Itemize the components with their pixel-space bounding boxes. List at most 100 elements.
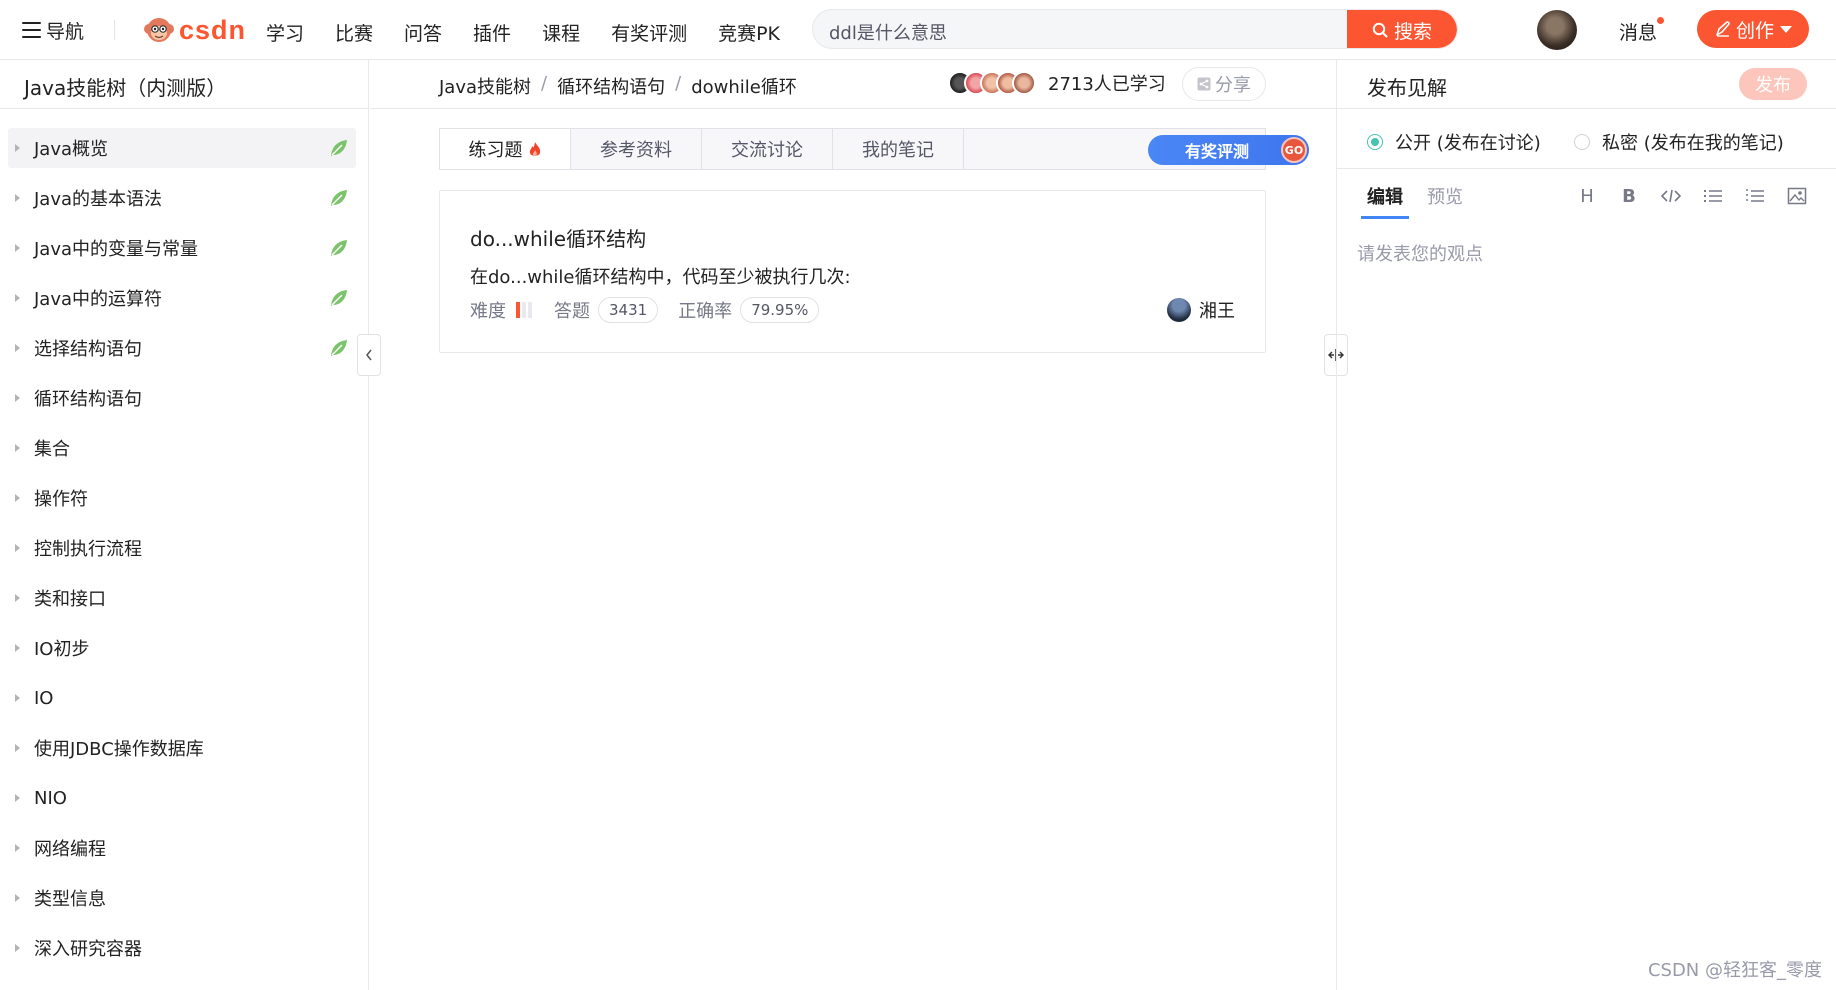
hamburger-icon [22,22,41,38]
difficulty-segment [522,302,526,318]
caret-right-icon[interactable] [15,544,20,552]
nav-link-qa[interactable]: 问答 [404,19,442,46]
sidebar-tree-item[interactable]: Java概览 [8,128,356,168]
watermark: CSDN @轻狂客_零度 [1647,960,1822,981]
messages-link[interactable]: 消息 [1619,17,1665,45]
nav-menu-button[interactable]: 导航 [22,18,84,43]
nav-link-competition[interactable]: 比赛 [335,19,373,46]
caret-right-icon[interactable] [15,144,20,152]
caret-right-icon[interactable] [15,694,20,702]
create-button[interactable]: 创作 [1697,10,1809,48]
sidebar-tree-item[interactable]: 选择结构语句 [8,328,356,368]
sidebar-tree-item[interactable]: 类和接口 [8,578,356,618]
nav-link-reward-review[interactable]: 有奖评测 [611,19,687,46]
comment-input[interactable]: 请发表您的观点 [1357,240,1483,266]
sidebar-tree-item[interactable]: 类型信息 [8,878,356,918]
sidebar-tree-item[interactable]: 深入研究容器 [8,928,356,968]
exercise-meta: 难度 答题 3431 正确率 79.95% [470,297,839,323]
skill-tree-list: Java概览 Java的基本语法 Java中的变量与常量 Java中的运算符选择结构语… [0,109,368,968]
breadcrumb-item[interactable]: 循环结构语句 [557,73,665,99]
accuracy-label: 正确率 [678,301,733,322]
caret-right-icon[interactable] [15,494,20,502]
caret-right-icon[interactable] [15,944,20,952]
search-button[interactable]: 搜索 [1347,10,1457,48]
caret-right-icon[interactable] [15,294,20,302]
editor-tabs: 编辑 预览 H B [1337,169,1836,223]
caret-right-icon[interactable] [15,744,20,752]
share-button[interactable]: 分享 [1182,67,1266,101]
exercise-card[interactable]: do...while循环结构 在do...while循环结构中，代码至少被执行几… [439,190,1266,353]
caret-right-icon[interactable] [15,194,20,202]
sidebar-tree-item-label: IO初步 [34,639,90,660]
heading-icon[interactable]: H [1575,185,1599,207]
sidebar-tree-item[interactable]: 控制执行流程 [8,528,356,568]
sidebar-tree-item-label: 操作符 [34,489,88,510]
sidebar-tree-item[interactable]: 操作符 [8,478,356,518]
ordered-list-icon[interactable] [1743,185,1767,207]
tab-label: 练习题 [468,140,523,161]
reward-review-button[interactable]: 有奖评测 GO [1148,135,1309,165]
image-icon[interactable] [1785,185,1809,207]
main-content: Java技能树 / 循环结构语句 / dowhile循环 2713人已学习 分享… [370,60,1336,990]
content-tabs: 练习题 参考资料 交流讨论 我的笔记 有奖评测 GO [439,128,1309,170]
sidebar-tree-item-label: Java中的运算符 [34,289,163,310]
publish-button[interactable]: 发布 [1739,68,1807,100]
bold-icon[interactable]: B [1617,185,1641,207]
caret-right-icon[interactable] [15,644,20,652]
nav-link-plugins[interactable]: 插件 [473,19,511,46]
tab-exercises[interactable]: 练习题 [440,129,571,169]
sidebar-tree-item[interactable]: NIO [8,778,356,818]
caret-right-icon[interactable] [15,594,20,602]
caret-right-icon[interactable] [15,444,20,452]
exercise-author[interactable]: 湘王 [1167,297,1235,323]
caret-right-icon[interactable] [15,344,20,352]
learner-avatar [1012,71,1036,95]
top-nav-links: 学习 比赛 问答 插件 课程 有奖评测 竞赛PK [266,19,780,46]
caret-right-icon[interactable] [15,894,20,902]
csdn-logo[interactable]: CSDN [143,13,246,47]
search-input[interactable]: ddl是什么意思 [829,19,947,45]
top-navbar: 导航 CSDN 学习 比赛 问答 插件 课程 有奖评测 竞赛PK ddl是什么意… [0,0,1836,60]
sidebar-tree-item-label: 集合 [34,439,70,460]
nav-link-courses[interactable]: 课程 [542,19,580,46]
tab-edit[interactable]: 编辑 [1361,183,1409,219]
difficulty-label: 难度 [470,301,506,322]
accuracy-value: 79.95% [740,297,820,323]
sidebar-tree-item-label: 控制执行流程 [34,539,142,560]
sidebar-tree-item[interactable]: 循环结构语句 [8,378,356,418]
exercise-title[interactable]: do...while循环结构 [470,223,646,252]
tab-preview[interactable]: 预览 [1427,183,1463,209]
nav-link-pk[interactable]: 竞赛PK [718,19,780,46]
visibility-private-radio[interactable]: 私密 (发布在我的笔记) [1574,129,1784,155]
sidebar-tree-item[interactable]: IO [8,678,356,718]
breadcrumb: Java技能树 / 循环结构语句 / dowhile循环 [439,73,797,99]
sidebar-tree-item[interactable]: 使用JDBC操作数据库 [8,728,356,768]
sidebar-tree-item[interactable]: Java中的运算符 [8,278,356,318]
leaf-icon [331,190,347,206]
sidebar-tree-item[interactable]: 网络编程 [8,828,356,868]
sidebar-tree-item[interactable]: Java中的变量与常量 [8,228,356,268]
sidebar-tree-item[interactable]: Java的基本语法 [8,178,356,218]
visibility-options: 公开 (发布在讨论) 私密 (发布在我的笔记) [1337,109,1836,169]
breadcrumb-item-current: dowhile循环 [691,77,797,98]
tab-references[interactable]: 参考资料 [571,129,702,169]
caret-right-icon[interactable] [15,394,20,402]
sidebar-tree-item[interactable]: 集合 [8,428,356,468]
visibility-public-radio[interactable]: 公开 (发布在讨论) [1367,129,1541,155]
sidebar-tree-item[interactable]: IO初步 [8,628,356,668]
code-icon[interactable] [1659,185,1683,207]
unordered-list-icon[interactable] [1701,185,1725,207]
insight-panel: 发布见解 发布 公开 (发布在讨论) 私密 (发布在我的笔记) 编辑 预览 H … [1336,60,1836,990]
tab-discussion[interactable]: 交流讨论 [702,129,833,169]
user-avatar[interactable] [1537,10,1577,50]
tab-my-notes[interactable]: 我的笔记 [833,129,964,169]
caret-right-icon[interactable] [15,844,20,852]
difficulty-segment [516,302,520,318]
unread-dot-icon [1657,17,1665,24]
caret-right-icon[interactable] [15,244,20,252]
learner-avatars: 2713人已学习 [948,70,1166,96]
caret-right-icon[interactable] [15,794,20,802]
nav-link-learn[interactable]: 学习 [266,19,304,46]
search-box: ddl是什么意思 搜索 [812,9,1458,49]
breadcrumb-item[interactable]: Java技能树 [439,73,531,99]
